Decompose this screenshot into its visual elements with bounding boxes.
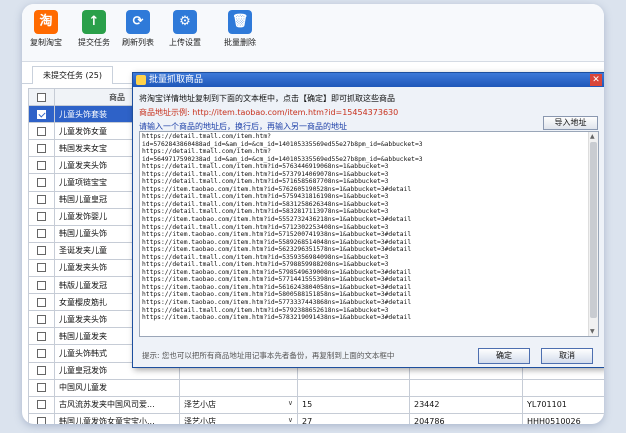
cell-code: HHH0510026 <box>522 412 604 424</box>
trash-icon: 🗑 <box>228 10 252 34</box>
scroll-thumb[interactable] <box>590 142 597 318</box>
toolbar-button-4[interactable]: 🗑 批量删除 <box>224 10 256 48</box>
row-checkbox[interactable] <box>37 263 46 273</box>
row-checkbox[interactable] <box>37 143 46 153</box>
row-checkbox[interactable] <box>37 229 46 239</box>
example-text: 商品地址示例: http://item.taobao.com/item.htm?… <box>139 108 399 117</box>
row-checkbox[interactable] <box>37 160 46 170</box>
taobao-logo-icon: 淘 <box>34 10 58 34</box>
ok-button[interactable]: 确定 <box>478 348 530 364</box>
chevron-down-icon[interactable]: ∨ <box>288 399 293 407</box>
batch-fetch-dialog: 批量抓取商品 ✕ 将淘宝详情地址复制到下面的文本框中，点击【确定】即可抓取这些商… <box>132 72 604 368</box>
table-row[interactable]: 韩国儿童发饰女童宝宝小... 泽艺小店 ∨ 27 204786 HHH0510026 <box>28 412 604 424</box>
close-icon[interactable]: ✕ <box>590 74 602 86</box>
row-checkbox[interactable] <box>37 400 46 410</box>
row-checkbox[interactable] <box>37 383 46 393</box>
cell-price <box>409 378 523 397</box>
url-textarea[interactable]: https://detail.tmall.com/item.htm? id=57… <box>139 131 599 337</box>
cell-code: YL701101 <box>522 395 604 414</box>
select-all-checkbox[interactable] <box>37 92 46 102</box>
toolbar-button-label: 上传设置 <box>169 38 201 47</box>
tip-text: 提示: 您也可以把所有商品地址用记事本先者备份，再复制到上面的文本框中 <box>142 351 395 360</box>
row-checkbox[interactable] <box>37 366 46 376</box>
cell-title: 中国风儿童发 <box>54 378 180 397</box>
toolbar-button-1[interactable]: ↑ 提交任务 <box>78 10 110 48</box>
toolbar-button-label: 批量删除 <box>224 38 256 47</box>
row-checkbox[interactable] <box>37 178 46 188</box>
cell-code <box>522 378 604 397</box>
cell-title: 古风流苏发夹中国风司爱... <box>54 395 180 414</box>
toolbar-button-3[interactable]: ⚙ 上传设置 <box>169 10 201 48</box>
row-checkbox[interactable] <box>37 280 46 290</box>
cell-price: 23442 <box>409 395 523 414</box>
row-checkbox[interactable] <box>37 314 46 324</box>
cell-shop[interactable]: 泽艺小店 ∨ <box>179 395 298 414</box>
row-checkbox[interactable] <box>37 331 46 341</box>
scroll-down-icon[interactable]: ▼ <box>590 328 595 335</box>
cell-shop <box>179 378 298 397</box>
cancel-button[interactable]: 取消 <box>541 348 593 364</box>
toolbar-button-label: 刷新列表 <box>122 38 154 47</box>
tab-pending-tasks[interactable]: 未提交任务 (25) <box>32 66 113 84</box>
table-row[interactable]: 中国风儿童发 <box>28 378 604 397</box>
instruction-text: 将淘宝详情地址复制到下面的文本框中，点击【确定】即可抓取这些商品 <box>139 94 395 103</box>
dialog-title: 批量抓取商品 <box>149 75 204 85</box>
row-checkbox[interactable] <box>37 297 46 307</box>
gear-icon: ⚙ <box>173 10 197 34</box>
row-checkbox[interactable] <box>37 417 46 424</box>
cell-qty: 27 <box>297 412 410 424</box>
scroll-up-icon[interactable]: ▲ <box>590 133 595 140</box>
url-text-content: https://detail.tmall.com/item.htm? id=57… <box>142 133 423 322</box>
toolbar: 淘复制淘宝 ↑ 提交任务 ⟳ 刷新列表 ⚙ 上传设置 🗑 批量删除 <box>22 4 604 62</box>
chevron-down-icon[interactable]: ∨ <box>288 416 293 424</box>
toolbar-button-2[interactable]: ⟳ 刷新列表 <box>122 10 154 48</box>
toolbar-button-label: 提交任务 <box>78 38 110 47</box>
cell-qty <box>297 378 410 397</box>
cell-shop[interactable]: 泽艺小店 ∨ <box>179 412 298 424</box>
toolbar-button-0[interactable]: 淘复制淘宝 <box>30 10 62 48</box>
cell-title: 韩国儿童发饰女童宝宝小... <box>54 412 180 424</box>
app-window: 淘复制淘宝 ↑ 提交任务 ⟳ 刷新列表 ⚙ 上传设置 🗑 批量删除 未提交任务 (25) 商品儿… <box>22 4 604 424</box>
app-icon <box>136 75 146 85</box>
upload-icon: ↑ <box>82 10 106 34</box>
vertical-scrollbar[interactable]: ▲ ▼ <box>588 132 598 336</box>
dialog-titlebar[interactable]: 批量抓取商品 ✕ <box>133 73 604 87</box>
row-checkbox[interactable] <box>37 348 46 358</box>
row-checkbox[interactable] <box>37 195 46 205</box>
row-checkbox[interactable] <box>37 246 46 256</box>
cell-price: 204786 <box>409 412 523 424</box>
refresh-icon: ⟳ <box>126 10 150 34</box>
cell-qty: 15 <box>297 395 410 414</box>
row-checkbox[interactable] <box>37 126 46 136</box>
toolbar-button-label: 复制淘宝 <box>30 38 62 47</box>
table-row[interactable]: 古风流苏发夹中国风司爱... 泽艺小店 ∨ 15 23442 YL701101 <box>28 395 604 414</box>
import-address-button[interactable]: 导入地址 <box>543 116 598 130</box>
row-checkbox[interactable] <box>37 109 46 119</box>
row-checkbox[interactable] <box>37 212 46 222</box>
